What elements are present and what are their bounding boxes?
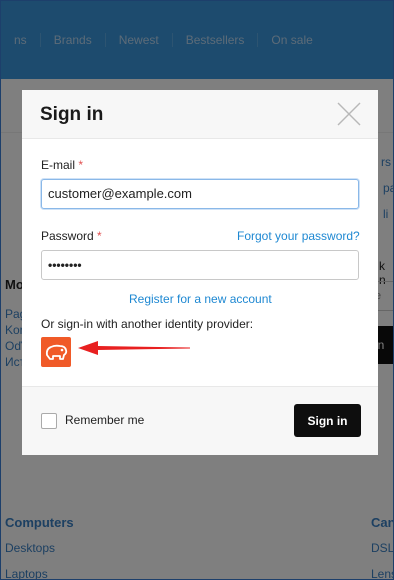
email-label-text: E-mail (41, 158, 76, 172)
remember-me-label[interactable]: Remember me (65, 413, 144, 427)
password-field[interactable]: •••••••• (41, 250, 359, 280)
required-mark: * (97, 229, 102, 243)
sign-in-modal: Sign in E-mail * customer@example.com Pa… (22, 90, 378, 455)
remember-me-checkbox[interactable] (41, 413, 57, 429)
email-label: E-mail * (41, 158, 83, 172)
modal-footer: Remember me Sign in (22, 386, 378, 455)
identity-provider-button[interactable] (41, 337, 71, 367)
password-label: Password * (41, 229, 102, 243)
required-mark: * (78, 158, 84, 172)
email-field[interactable]: customer@example.com (41, 179, 359, 209)
red-arrow-icon (78, 341, 190, 355)
close-icon[interactable] (336, 101, 362, 127)
forgot-password-link[interactable]: Forgot your password? (237, 229, 360, 243)
bear-icon (45, 344, 68, 360)
password-label-text: Password (41, 229, 94, 243)
modal-header: Sign in (22, 90, 378, 139)
register-link[interactable]: Register for a new account (129, 292, 272, 306)
modal-title: Sign in (40, 104, 104, 125)
sign-in-button[interactable]: Sign in (294, 404, 361, 437)
provider-text: Or sign-in with another identity provide… (41, 317, 254, 331)
